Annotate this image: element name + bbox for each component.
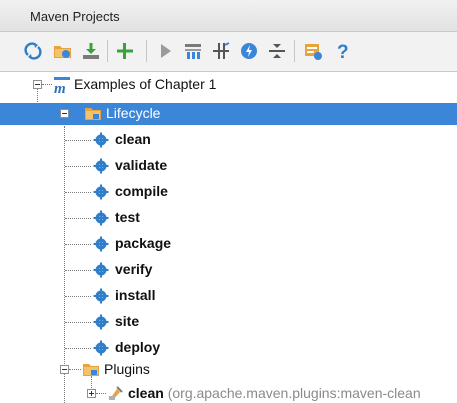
tool-window-title: Maven Projects [30,9,120,24]
tree-connector [64,126,65,366]
collapse-toggle[interactable] [60,365,69,374]
gear-icon [93,132,109,148]
tree-connector [42,84,52,85]
download-icon[interactable] [80,40,102,62]
execute-goal-icon[interactable] [182,40,204,62]
refresh-icon[interactable] [22,40,44,62]
settings-icon[interactable] [302,40,324,62]
tree-connector [65,166,91,167]
collapse-toggle[interactable] [33,80,42,89]
tree-connector [65,192,91,193]
collapse-all-icon[interactable] [266,40,288,62]
plugins-label[interactable]: Plugins [104,361,150,377]
tree-connector [65,296,91,297]
toolbar-separator [146,40,147,62]
svg-text:?: ? [337,42,349,62]
toolbar-separator [107,40,108,62]
collapse-toggle[interactable] [60,109,69,118]
phase-deploy[interactable]: deploy [115,339,160,355]
tree-connector [65,348,91,349]
tree-connector [65,244,91,245]
plugin-icon [108,385,124,401]
phase-install[interactable]: install [115,287,155,303]
folder-icon [82,362,100,377]
tool-window-header: Maven Projects [0,0,457,32]
add-icon[interactable] [114,40,136,62]
tree-connector [91,376,92,390]
toolbar-separator [294,40,295,62]
tree-connector [65,140,91,141]
plugin-row[interactable]: clean (org.apache.maven.plugins:maven-cl… [128,385,421,401]
help-icon[interactable]: ? [332,40,354,62]
toggle-offline-icon[interactable] [210,40,232,62]
gear-icon [93,158,109,174]
generate-sources-icon[interactable] [52,40,74,62]
tree-connector [65,322,91,323]
gear-icon [93,288,109,304]
expand-toggle[interactable] [87,389,96,398]
toolbar: ? [0,32,457,72]
folder-icon [84,106,102,121]
phase-verify[interactable]: verify [115,261,152,277]
plugin-name: clean [128,385,164,401]
gear-icon [93,184,109,200]
tree-connector [65,270,91,271]
project-tree: m Examples of Chapter 1 Lifecycle clean … [0,72,457,403]
phase-compile[interactable]: compile [115,183,168,199]
run-icon[interactable] [154,40,176,62]
phase-validate[interactable]: validate [115,157,167,173]
plugin-detail: (org.apache.maven.plugins:maven-clean [167,385,421,401]
gear-icon [93,340,109,356]
gear-icon [93,236,109,252]
phase-test[interactable]: test [115,209,140,225]
gear-icon [93,210,109,226]
tree-connector [64,374,65,403]
tree-connector [65,218,91,219]
phase-package[interactable]: package [115,235,171,251]
gear-icon [93,262,109,278]
gear-icon [93,314,109,330]
project-label[interactable]: Examples of Chapter 1 [74,76,216,92]
tree-connector [96,393,106,394]
svg-text:m: m [54,81,66,94]
maven-project-icon: m [53,76,71,94]
phase-site[interactable]: site [115,313,139,329]
lifecycle-label[interactable]: Lifecycle [106,105,160,121]
phase-clean[interactable]: clean [115,131,151,147]
skip-tests-icon[interactable] [238,40,260,62]
tree-connector [69,369,81,370]
